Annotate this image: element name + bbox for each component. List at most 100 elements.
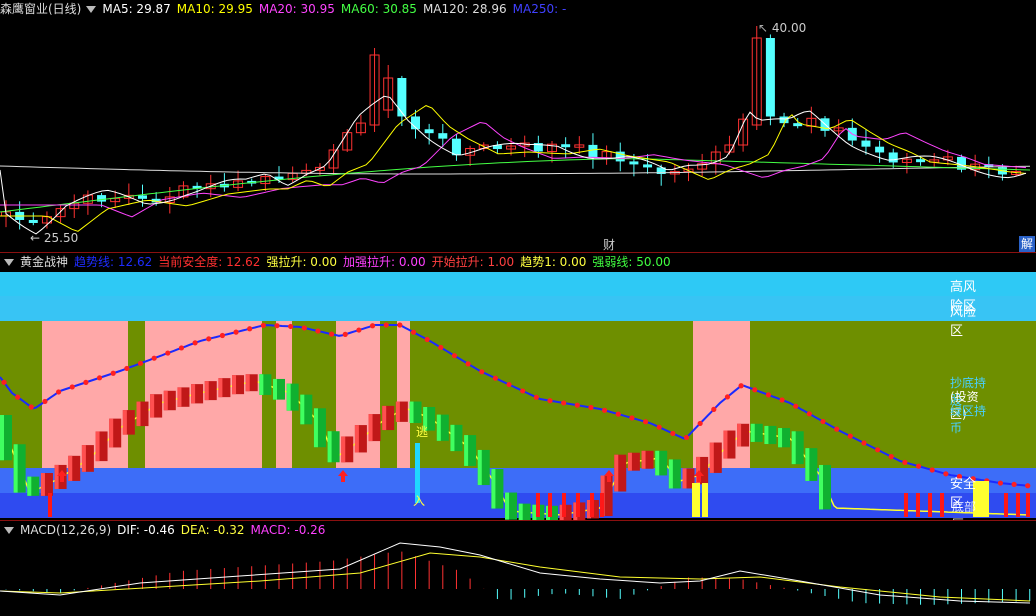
- trend-block-shade: [505, 492, 510, 520]
- safety-dot: [56, 389, 62, 395]
- safety-dot: [397, 322, 403, 328]
- stock-title[interactable]: 森鹰窗业(日线): [0, 2, 81, 16]
- safety-dot: [151, 355, 157, 361]
- trend-block-shade: [627, 452, 632, 471]
- trend-block-shade: [354, 425, 359, 453]
- bottom-red-bar: [940, 493, 944, 517]
- gold-indicator-item: 开始拉升: 1.00: [431, 255, 515, 269]
- trend-block-shade: [68, 455, 73, 481]
- trend-block-shade: [709, 442, 714, 473]
- safety-dot: [42, 398, 48, 405]
- candle-body: [765, 38, 775, 117]
- trend-block-shade: [382, 405, 387, 431]
- event-marker-cai[interactable]: 财: [603, 236, 615, 252]
- macd-title[interactable]: MACD(12,26,9): [20, 523, 111, 537]
- safety-dot: [533, 394, 539, 400]
- bottom-red-bar: [48, 493, 52, 517]
- gold-indicator-item: 当前安全度: 12.62: [158, 255, 261, 269]
- candle-body: [28, 219, 38, 223]
- ma-legend-item: MA250: -: [512, 2, 567, 16]
- bottom-red-bar: [1004, 493, 1008, 517]
- gold-war-god-panel[interactable]: 高风险区 风险区 抄底持股 (投资区) 绿区持币 安全区 底部区 逃 入 黄金战…: [0, 253, 1036, 520]
- trend-block-shade: [764, 425, 769, 445]
- candle-body: [138, 195, 147, 199]
- ma-legend-item: MA60: 30.85: [340, 2, 417, 16]
- candle-body: [779, 116, 789, 124]
- trend-block-shade: [436, 414, 441, 441]
- safety-dot: [288, 323, 294, 330]
- safety-dot: [479, 369, 485, 375]
- safety-dot: [96, 375, 103, 381]
- bottom-red-bar: [600, 493, 604, 517]
- safety-dot: [806, 411, 812, 417]
- ma-legend-item: MA120: 28.96: [422, 2, 507, 16]
- trend-block-shade: [54, 464, 59, 490]
- safety-dot: [738, 383, 744, 389]
- safety-dot: [465, 361, 471, 367]
- candlestick-chart[interactable]: [0, 0, 1036, 252]
- trend-block-shade: [286, 383, 291, 411]
- safety-dot: [683, 434, 690, 441]
- trend-block-shade: [791, 431, 796, 465]
- safety-dot: [588, 404, 594, 411]
- trend-block-shade: [409, 401, 414, 423]
- safety-dot: [943, 471, 949, 477]
- trend-block-shade: [750, 423, 755, 442]
- safety-dot: [847, 433, 853, 439]
- gold-indicator-item: 强拉升: 0.00: [266, 255, 338, 269]
- trend-block-shade: [273, 378, 277, 400]
- trend-block-shade: [464, 435, 469, 466]
- gold-title[interactable]: 黄金战神: [20, 255, 68, 269]
- candle-body: [438, 133, 448, 139]
- bottom-red-bar: [562, 493, 566, 517]
- safety-dot: [561, 400, 567, 406]
- safety-dot: [574, 402, 580, 408]
- dropdown-icon[interactable]: [86, 6, 97, 13]
- gold-indicator-chart[interactable]: [0, 253, 1036, 520]
- safety-dot: [383, 322, 389, 328]
- safety-dot: [219, 332, 225, 339]
- gold-header: 黄金战神 趋势线: 12.62 当前安全度: 12.62 强拉升: 0.00 加强拉升:…: [0, 253, 683, 271]
- dropdown-icon[interactable]: [4, 527, 14, 534]
- trend-block-shade: [819, 464, 823, 510]
- trend-block-shade: [368, 414, 373, 442]
- safety-dot: [888, 454, 894, 460]
- macd-panel[interactable]: MACD(12,26,9) DIF: -0.46 DEA: -0.32 MACD: -…: [0, 521, 1036, 616]
- macd-header: MACD(12,26,9) DIF: -0.46 DEA: -0.32 MACD: -…: [0, 521, 331, 539]
- candle-body: [397, 78, 407, 117]
- gold-indicator-item: 加强拉升: 0.00: [343, 255, 426, 269]
- trend-block-shade: [163, 390, 168, 411]
- event-marker-jie[interactable]: 解: [1019, 236, 1035, 252]
- safety-dot: [1025, 483, 1031, 489]
- bottom-red-bar: [590, 493, 594, 517]
- safety-dot: [315, 328, 321, 334]
- safety-dot: [615, 411, 621, 417]
- bottom-yellow-bar: [692, 483, 700, 517]
- safety-dot: [642, 419, 649, 425]
- ma-legend-item: MA5: 29.87: [102, 2, 171, 16]
- safety-dot: [902, 459, 908, 465]
- safety-dot: [711, 406, 717, 412]
- safety-dot: [752, 387, 758, 393]
- trend-block-shade: [122, 410, 127, 435]
- safety-dot: [656, 424, 662, 430]
- ma-legend-item: MA10: 29.95: [176, 2, 253, 16]
- zone-label-bottom-c: 绿区持币: [950, 404, 987, 435]
- price-header: 森鹰窗业(日线) MA5: 29.87 MA10: 29.95 MA20: 30.95…: [0, 0, 578, 18]
- candle-body: [643, 164, 653, 168]
- trend-block-shade: [313, 408, 318, 448]
- safety-dot: [301, 325, 307, 331]
- gold-legend: 趋势线: 12.62 当前安全度: 12.62 强拉升: 0.00 加强拉升: 0.0…: [74, 255, 677, 269]
- safety-dot: [765, 392, 772, 398]
- trend-block-shade: [95, 431, 100, 462]
- price-panel[interactable]: 森鹰窗业(日线) MA5: 29.87 MA10: 29.95 MA20: 30.95…: [0, 0, 1036, 252]
- trend-block-shade: [232, 375, 237, 395]
- trend-block-shade: [259, 374, 264, 395]
- safety-dot: [875, 447, 881, 453]
- ma10-line: [0, 105, 1027, 232]
- dropdown-icon[interactable]: [4, 259, 14, 266]
- safety-dot: [260, 322, 266, 329]
- bottom-red-bar: [916, 493, 920, 517]
- safety-dot: [342, 331, 348, 337]
- gold-indicator-item: 趋势线: 12.62: [74, 255, 153, 269]
